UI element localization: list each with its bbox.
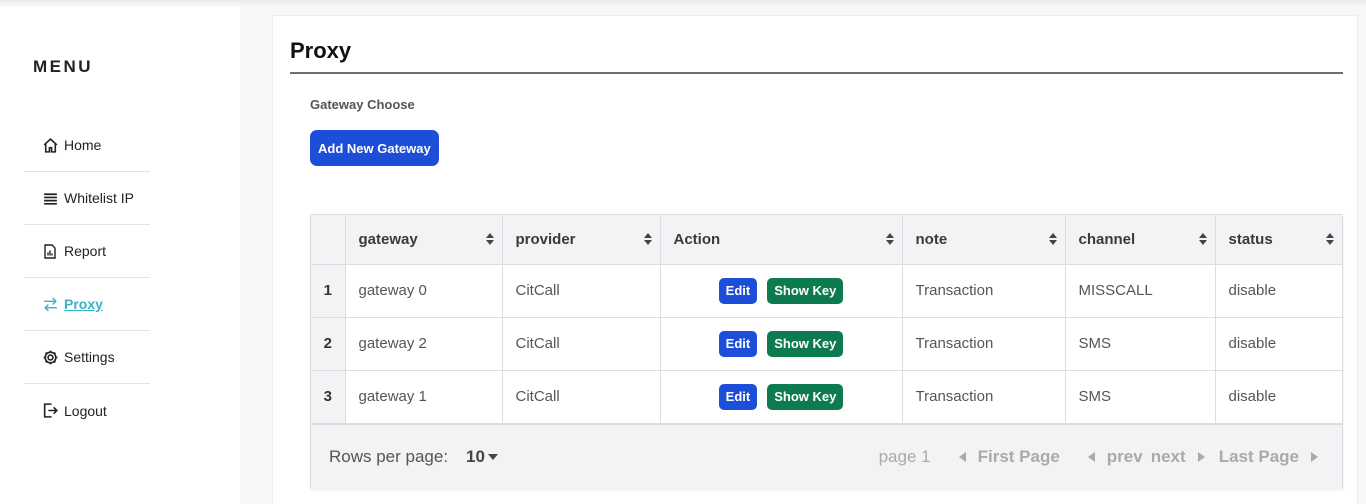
edit-button[interactable]: Edit xyxy=(718,277,758,304)
page-title: Proxy xyxy=(290,38,352,63)
sidebar-item-label: Settings xyxy=(64,349,115,365)
edit-button[interactable]: Edit xyxy=(718,383,758,410)
cell-channel: SMS xyxy=(1065,370,1216,424)
table-row: 2 gateway 2 CitCall Edit Show Key Transac… xyxy=(311,317,1342,371)
gateway-choose-label: Gateway Choose xyxy=(310,97,415,112)
column-header-status[interactable]: status xyxy=(1215,215,1342,265)
title-divider xyxy=(290,72,1343,74)
last-page-label: Last Page xyxy=(1218,447,1299,466)
first-page-label: First Page xyxy=(977,447,1060,466)
column-header-label: Action xyxy=(673,230,721,248)
cell-note: Transaction xyxy=(902,370,1066,424)
rows-per-page-label: Rows per page: xyxy=(329,447,449,466)
rows-per-page-value: 10 xyxy=(466,447,485,466)
cell-status: disable xyxy=(1215,370,1342,424)
add-new-gateway-button[interactable]: Add New Gateway xyxy=(310,130,439,166)
sort-icon[interactable] xyxy=(485,232,495,246)
table-row: 1 gateway 0 CitCall Edit Show Key Transac… xyxy=(311,264,1342,318)
table-row: 3 gateway 1 CitCall Edit Show Key Transac… xyxy=(311,370,1342,424)
top-shadow xyxy=(0,0,1366,6)
list-icon xyxy=(41,189,59,207)
cell-gateway: gateway 0 xyxy=(345,264,503,318)
cell-action: Edit Show Key xyxy=(660,317,903,371)
next-page-button[interactable]: next xyxy=(1151,447,1205,467)
column-header-provider[interactable]: provider xyxy=(502,215,661,265)
sidebar: MENU Home Whitelist IP Report Proxy Sett… xyxy=(0,7,240,504)
prev-label: prev xyxy=(1106,447,1143,466)
column-header-note[interactable]: note xyxy=(902,215,1066,265)
sidebar-item-label: Home xyxy=(64,137,102,153)
column-header-index xyxy=(311,215,346,265)
report-icon xyxy=(41,242,59,260)
sidebar-nav: Home Whitelist IP Report Proxy Settings xyxy=(24,119,150,437)
cell-note: Transaction xyxy=(902,317,1066,371)
cell-gateway: gateway 1 xyxy=(345,370,503,424)
column-header-channel[interactable]: channel xyxy=(1065,215,1216,265)
pager: page 1 First Page prev next Last Page xyxy=(879,447,1318,467)
column-header-label: channel xyxy=(1078,230,1136,248)
sidebar-item-label: Logout xyxy=(64,402,107,419)
column-header-label: gateway xyxy=(358,230,418,248)
sidebar-item-label: Proxy xyxy=(64,296,103,312)
cell-status: disable xyxy=(1215,264,1342,318)
sidebar-item-logout[interactable]: Logout xyxy=(24,384,150,437)
sort-icon[interactable] xyxy=(1198,232,1208,246)
gateway-table: gateway provider Action note channel sta… xyxy=(310,214,1343,489)
main-panel: Proxy Gateway Choose Add New Gateway gat… xyxy=(272,15,1358,504)
sidebar-item-report[interactable]: Report xyxy=(24,225,150,278)
prev-page-button[interactable]: prev xyxy=(1087,447,1143,467)
row-index: 2 xyxy=(311,317,346,371)
cell-note: Transaction xyxy=(902,264,1066,318)
cell-provider: CitCall xyxy=(502,264,661,318)
edit-button[interactable]: Edit xyxy=(718,330,758,357)
cell-channel: MISSCALL xyxy=(1065,264,1216,318)
sidebar-item-settings[interactable]: Settings xyxy=(24,331,150,384)
row-index: 1 xyxy=(311,264,346,318)
row-index: 3 xyxy=(311,370,346,424)
column-header-action[interactable]: Action xyxy=(660,215,903,265)
sort-icon[interactable] xyxy=(885,232,895,246)
logout-icon xyxy=(41,402,59,420)
cell-provider: CitCall xyxy=(502,317,661,371)
sort-icon[interactable] xyxy=(1048,232,1058,246)
show-key-button[interactable]: Show Key xyxy=(767,383,844,410)
triangle-right-icon xyxy=(1197,452,1205,462)
triangle-left-icon xyxy=(958,452,966,462)
sidebar-item-whitelist-ip[interactable]: Whitelist IP xyxy=(24,172,150,225)
column-header-label: status xyxy=(1228,230,1273,248)
triangle-left-icon xyxy=(1087,452,1095,462)
table-header-row: gateway provider Action note channel sta… xyxy=(311,215,1342,265)
column-header-label: provider xyxy=(515,230,576,248)
column-header-label: note xyxy=(915,230,948,248)
menu-title: MENU xyxy=(33,57,94,76)
sidebar-item-proxy[interactable]: Proxy xyxy=(24,278,150,331)
triangle-right-icon xyxy=(1311,452,1318,462)
home-icon xyxy=(41,136,59,154)
swap-icon xyxy=(41,295,59,313)
table-pagination: Rows per page: 10 page 1 First Page prev xyxy=(311,424,1342,489)
cell-action: Edit Show Key xyxy=(660,264,903,318)
sidebar-item-home[interactable]: Home xyxy=(24,119,150,172)
sidebar-item-label: Whitelist IP xyxy=(64,190,135,206)
gear-icon xyxy=(41,348,59,366)
page-indicator: page 1 xyxy=(878,447,931,466)
column-header-gateway[interactable]: gateway xyxy=(345,215,503,265)
cell-status: disable xyxy=(1215,317,1342,371)
caret-down-icon xyxy=(487,454,498,460)
rows-per-page-select[interactable]: 10 xyxy=(466,447,499,467)
cell-gateway: gateway 2 xyxy=(345,317,503,371)
next-label: next xyxy=(1150,447,1186,466)
sort-icon[interactable] xyxy=(643,232,653,246)
first-page-button[interactable]: First Page xyxy=(958,447,1060,467)
show-key-button[interactable]: Show Key xyxy=(767,277,844,304)
cell-channel: SMS xyxy=(1065,317,1216,371)
cell-provider: CitCall xyxy=(502,370,661,424)
sidebar-item-label: Report xyxy=(64,243,107,259)
sort-icon[interactable] xyxy=(1325,232,1335,246)
show-key-button[interactable]: Show Key xyxy=(767,330,844,357)
last-page-button[interactable]: Last Page xyxy=(1219,447,1318,467)
cell-action: Edit Show Key xyxy=(660,370,903,424)
